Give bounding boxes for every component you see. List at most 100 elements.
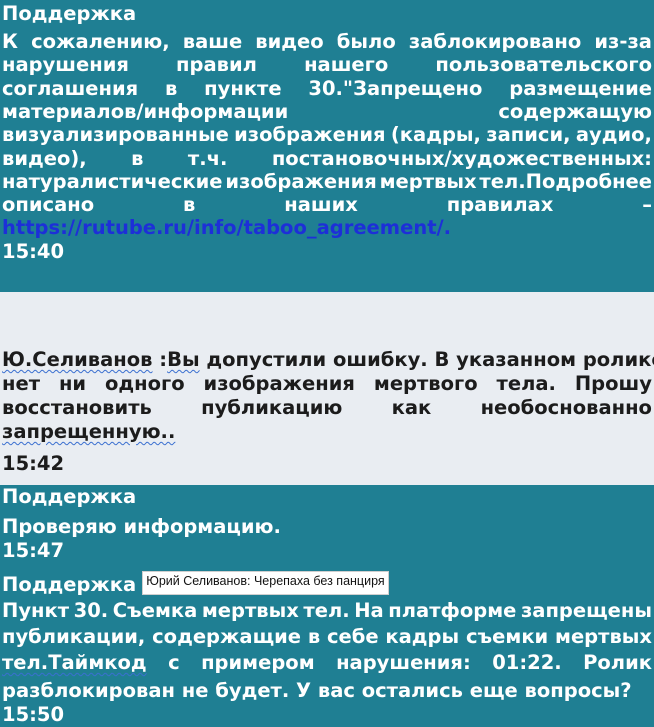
word: тел.Подробнее [479, 169, 652, 193]
message-line: восстановить публикацию как необоснованно [2, 396, 652, 420]
author-separator: : [152, 348, 168, 371]
sender-name: Поддержка [2, 2, 137, 25]
message-line: Ксожалению, ваше видео было заблокировано из-… [2, 30, 652, 54]
word: ни [58, 372, 87, 395]
word: материалов/информации [2, 99, 289, 123]
word: с [168, 651, 180, 674]
word: съемки [465, 625, 549, 648]
user-message: Ю.Селиванов : Вы допустили ошибку. В указ… [0, 292, 654, 485]
word: заблокировано [408, 30, 582, 53]
timestamp: 15:40 [2, 240, 65, 263]
word: одного [105, 372, 185, 395]
word: примером [201, 651, 315, 674]
support-messages-2: Поддержка Проверяю информацию. 15:47 Под… [0, 485, 654, 727]
author-name: Ю.Селиванов [2, 348, 153, 371]
word: изображения [225, 169, 377, 193]
word: содержащие [152, 625, 302, 648]
word: Прошу [574, 372, 652, 395]
word: в [307, 625, 321, 648]
word: пользовательского [435, 53, 652, 77]
sender-line: Поддержка Юрий Селиванов: Черепаха без па… [2, 571, 652, 597]
message-line: описано в наших правилах – [2, 193, 652, 217]
word: себе [326, 625, 379, 648]
word: как [391, 396, 432, 419]
word: было [336, 30, 396, 53]
word: нашего [304, 53, 389, 77]
word: т.ч. [187, 146, 228, 170]
word: изображения [203, 372, 355, 395]
word: визуализированные [2, 123, 229, 147]
word: постановочных/художественных: [271, 146, 652, 170]
word: тел. [303, 599, 350, 622]
first-line-rest: допустили ошибку. В указанном ролике [199, 348, 654, 371]
message-first-line: Ю.Селиванов : Вы допустили ошибку. В указ… [2, 348, 654, 372]
word: размещение [509, 76, 652, 100]
word: пункте [204, 76, 282, 100]
message-line: Пункт 30. Съемка мертвых тел. На платформе запр… [2, 599, 652, 623]
word: в [183, 193, 196, 217]
word: мертвого [373, 372, 478, 395]
word: публикацию [201, 396, 343, 419]
timestamp: 15:47 [2, 539, 65, 562]
message-last-line: разблокирован не будет. У вас остались е… [2, 679, 632, 702]
word: Съемка [112, 599, 198, 622]
message-line: соглашения в пункте 30."Запрещено размещение [2, 77, 652, 101]
word: публикации, [2, 625, 146, 648]
word: аудио, [575, 123, 652, 147]
word: соглашения [2, 76, 139, 100]
word: в [131, 146, 144, 170]
image-caption: Юрий Селиванов: Черепаха без панциря [142, 571, 389, 595]
link-line: https://rutube.ru/info/taboo_agreement/. [2, 216, 652, 240]
word: – [642, 193, 652, 217]
word: в [165, 76, 178, 100]
message-line: тел.Таймкод с примером нарушения: 01:22. Роли… [2, 651, 652, 675]
word: содержащую [498, 99, 652, 123]
word: К [2, 30, 18, 53]
word: из-за [594, 30, 652, 53]
word: необоснованно [480, 396, 652, 419]
word: мертвых [201, 599, 299, 622]
last-line-text: запрещенную.. [2, 420, 176, 443]
message-text: Проверяю информацию. [2, 515, 281, 538]
word: описано [2, 193, 95, 217]
message-line: визуализированные изображения (кадры, запис… [2, 123, 652, 147]
word: 01:22. [492, 651, 562, 674]
sender-name: Поддержка [2, 573, 137, 596]
word: 30."Запрещено [308, 76, 483, 100]
message-line: нет ни одного изображения мертвого тела. Прошу [2, 372, 652, 396]
word: Ролик [583, 651, 652, 674]
word: сожалению, [31, 30, 170, 53]
sender-name: Поддержка [2, 485, 137, 508]
word: записи, [486, 123, 571, 147]
word: ваше [182, 30, 243, 53]
word: На [354, 599, 384, 622]
word: натуралистические [2, 169, 223, 193]
word: запрещены [520, 599, 652, 622]
message-line: нарушения правил нашего пользовательского [2, 53, 652, 77]
word: 30. [73, 599, 109, 622]
word: нет [2, 372, 41, 395]
word: нарушения: [336, 651, 471, 674]
word: мертвых [379, 169, 477, 193]
word: Пункт [2, 599, 70, 622]
message-line: натуралистические изображения мертвых тел.П… [2, 170, 652, 194]
word: тел.Таймкод [2, 651, 147, 674]
message-line: материалов/информации содержащую [2, 100, 652, 124]
word: правил [176, 53, 257, 77]
word: видео), [2, 146, 87, 170]
word: наших [284, 193, 358, 217]
word: нарушения [2, 53, 129, 77]
word: тела. [496, 372, 556, 395]
message-line: видео), в т.ч. постановочных/художественных… [2, 147, 652, 171]
word: кадры [385, 625, 460, 648]
word: восстановить [2, 396, 152, 419]
word: видео [255, 30, 324, 53]
word: правилах [446, 193, 554, 217]
message-line: публикации, содержащие в себе кадры съемки мер… [2, 625, 652, 649]
message-last-line: запрещенную.. [2, 420, 652, 444]
word: платформе [388, 599, 517, 622]
word: изображения [234, 123, 386, 147]
word: (кадры, [390, 123, 481, 147]
rules-link[interactable]: https://rutube.ru/info/taboo_agreement/. [2, 216, 451, 240]
support-message-1: Поддержка Ксожалению, ваше видео было заблок… [0, 0, 654, 292]
